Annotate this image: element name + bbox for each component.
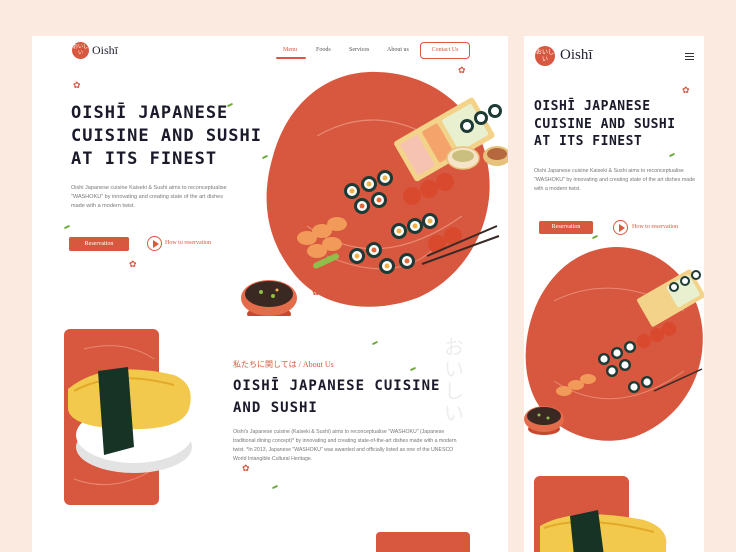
sakura-icon: ✿ <box>129 259 137 269</box>
leaf-icon <box>409 366 417 372</box>
logo-text[interactable]: Oishī <box>92 43 118 58</box>
play-icon[interactable] <box>147 236 162 251</box>
leaf-icon <box>271 484 279 490</box>
sakura-icon: ✿ <box>242 463 250 473</box>
mobile-hero-description: Oishi Japanese cuisine Kaiseki & Sushi a… <box>534 168 696 192</box>
menu-icon[interactable] <box>685 53 694 60</box>
play-icon[interactable] <box>613 220 628 235</box>
sakura-icon: ✿ <box>312 287 320 297</box>
leaf-icon <box>63 224 71 230</box>
nav-services[interactable]: Services <box>349 47 369 53</box>
logo-text[interactable]: Oishī <box>560 47 593 64</box>
desktop-frame: おいしい Oishī Menu Foods Services About us … <box>32 36 508 552</box>
mobile-reservation-button[interactable]: Reservation <box>539 221 593 234</box>
sakura-icon: ✿ <box>682 85 690 95</box>
about-title: OISHĪ JAPANESE CUISINE AND SUSHI <box>233 378 441 416</box>
next-card-preview <box>376 532 470 552</box>
nav-about[interactable]: About us <box>387 47 409 53</box>
about-description: Oishi's Japanese cuisine (Kaiseki & Sush… <box>233 429 457 462</box>
logo-badge[interactable]: おいしい <box>535 46 555 66</box>
contact-button[interactable]: Contact Us <box>420 42 470 59</box>
sakura-icon: ✿ <box>73 80 81 90</box>
sushi-platter-illustration <box>241 71 508 316</box>
leaf-icon <box>668 152 676 158</box>
leaf-icon <box>591 234 599 240</box>
how-to-reservation-link[interactable]: How to reservation <box>165 240 211 246</box>
vertical-japanese-text: おいしい <box>444 335 464 425</box>
mobile-tamago-nigiri-card <box>534 476 667 552</box>
mobile-how-to-reservation-link[interactable]: How to reservation <box>632 224 678 230</box>
hero-description: Oishi Japanese cuisine Kaiseki & Sushi a… <box>71 185 227 209</box>
reservation-button[interactable]: Reservation <box>69 237 129 251</box>
logo-badge[interactable]: おいしい <box>72 42 89 59</box>
about-kicker: 私たちに関しては / About Us <box>233 360 334 369</box>
leaf-icon <box>371 340 379 346</box>
nav-menu[interactable]: Menu <box>283 47 297 53</box>
nav-active-underline <box>276 57 306 59</box>
mobile-hero-title: OISHĪ JAPANESE CUISINE AND SUSHI AT ITS … <box>534 99 676 150</box>
tamago-nigiri-card <box>64 329 192 505</box>
nav-foods[interactable]: Foods <box>316 47 331 53</box>
mobile-frame: おいしい Oishī ✿ OISHĪ JAPANESE CUISINE AND … <box>524 36 704 552</box>
mobile-sushi-platter-illustration <box>524 246 704 441</box>
